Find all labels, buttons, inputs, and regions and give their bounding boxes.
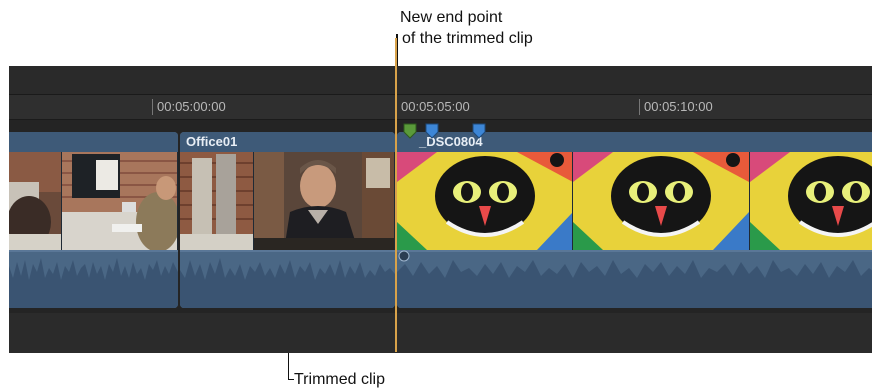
timeline-panel: 00:05:00:00 00:05:05:00 00:05:10:00 Offi… xyxy=(9,66,872,353)
blue-marker-icon[interactable] xyxy=(425,123,439,139)
timecode-label: 00:05:05:00 xyxy=(396,99,470,115)
callout-new-end-point-line1: New end point xyxy=(400,9,503,26)
video-thumbnail xyxy=(397,152,574,250)
edit-point-line[interactable] xyxy=(395,38,397,352)
empty-track-area xyxy=(9,313,872,353)
timecode-label: 00:05:10:00 xyxy=(639,99,713,115)
timeline-toolbar xyxy=(9,66,872,95)
callout-new-end-point-line2: of the trimmed clip xyxy=(402,30,533,47)
video-thumbnail xyxy=(254,152,395,250)
clip-header: _DSC0804 xyxy=(397,132,872,152)
callout-trimmed-clip: Trimmed clip xyxy=(294,371,385,388)
clip-office01[interactable]: Office01 xyxy=(180,132,395,308)
clip-filmstrip xyxy=(9,152,178,250)
timecode-label: 00:05:00:00 xyxy=(152,99,226,115)
blue-marker-icon[interactable] xyxy=(472,123,486,139)
video-thumbnail xyxy=(61,152,178,250)
clip-filmstrip xyxy=(180,152,395,250)
video-thumbnail xyxy=(180,152,255,250)
clip-previous[interactable] xyxy=(9,132,178,308)
timeline-ruler[interactable]: 00:05:00:00 00:05:05:00 00:05:10:00 xyxy=(9,95,872,120)
audio-waveform xyxy=(9,252,178,308)
callout-leader-bottom-foot xyxy=(288,379,294,380)
audio-waveform xyxy=(180,252,395,308)
clip-header: Office01 xyxy=(180,132,395,152)
clip-header xyxy=(9,132,178,152)
video-thumbnail xyxy=(573,152,750,250)
video-thumbnail xyxy=(9,152,62,250)
clip-name: Office01 xyxy=(186,134,238,149)
clip-dsc0804[interactable]: _DSC0804 xyxy=(397,132,872,308)
video-thumbnail xyxy=(749,152,872,250)
trim-handle-icon[interactable] xyxy=(398,250,410,262)
clip-filmstrip xyxy=(397,152,872,250)
green-marker-icon[interactable] xyxy=(403,123,417,139)
audio-waveform xyxy=(397,252,872,308)
